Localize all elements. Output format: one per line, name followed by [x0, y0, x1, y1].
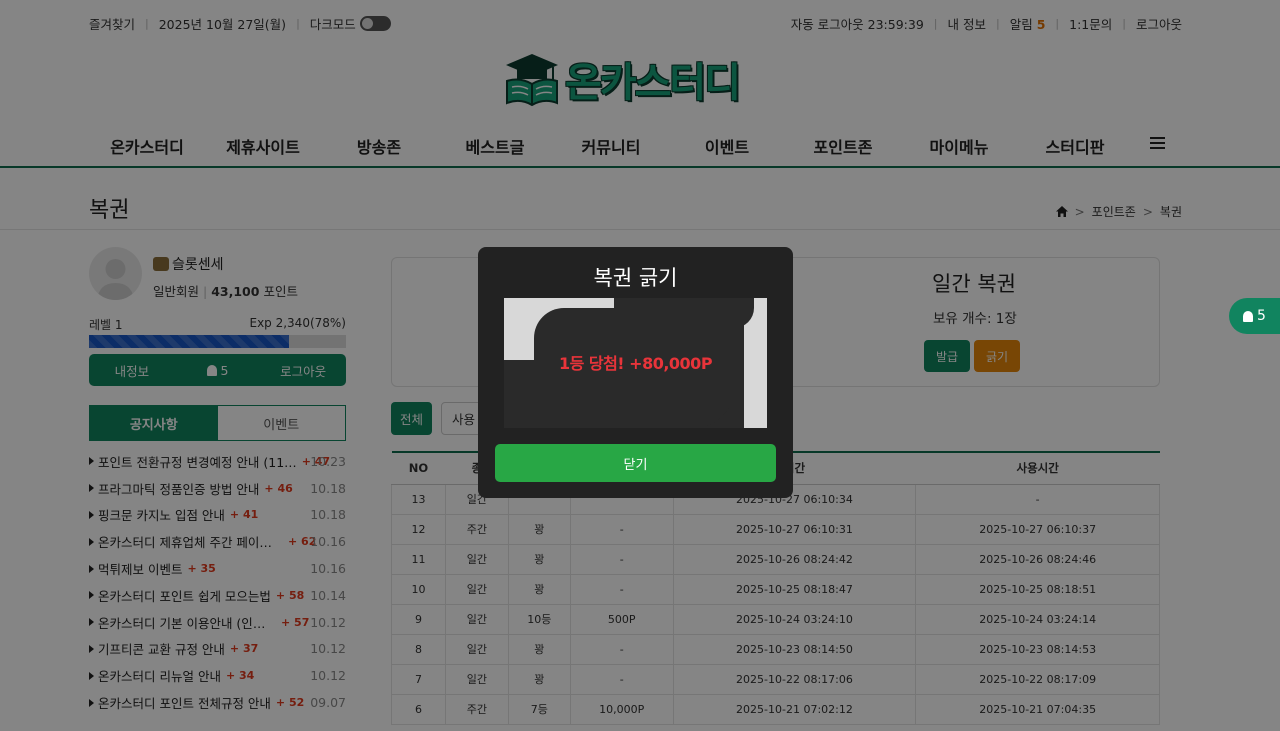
floating-alarm-button[interactable]: 5: [1229, 298, 1280, 334]
scratch-modal: 복권 긁기 1등 당첨! +80,000P 닫기: [478, 247, 793, 498]
close-button[interactable]: 닫기: [495, 444, 776, 482]
scratch-ticket[interactable]: 1등 당첨! +80,000P: [504, 298, 767, 428]
floating-alarm-count: 5: [1257, 308, 1266, 324]
bell-icon: [1243, 310, 1253, 322]
prize-text: 1등 당첨! +80,000P: [558, 354, 713, 373]
modal-title: 복권 긁기: [593, 266, 678, 290]
